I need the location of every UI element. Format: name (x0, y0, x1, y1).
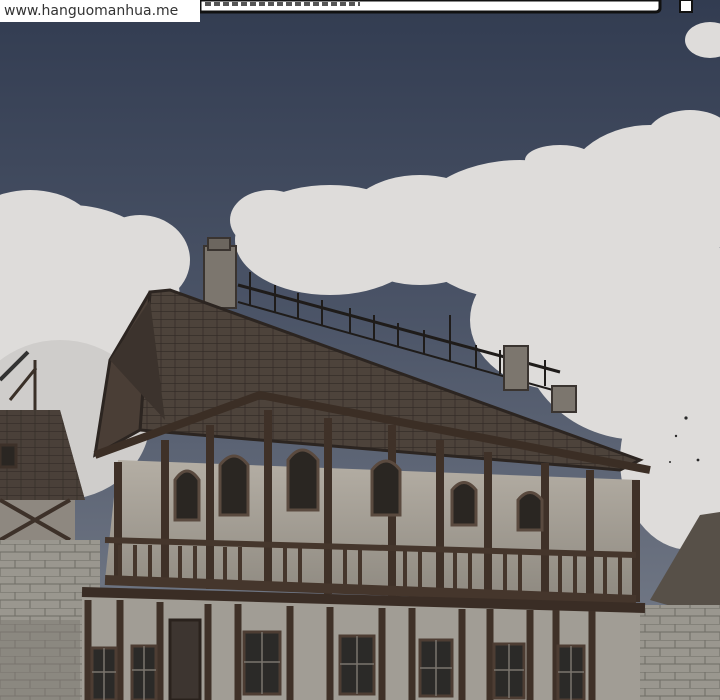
speech-panel-edge (198, 0, 693, 14)
manga-panel-scene (0, 0, 720, 700)
site-watermark: www.hanguomanhua.me (0, 0, 200, 22)
